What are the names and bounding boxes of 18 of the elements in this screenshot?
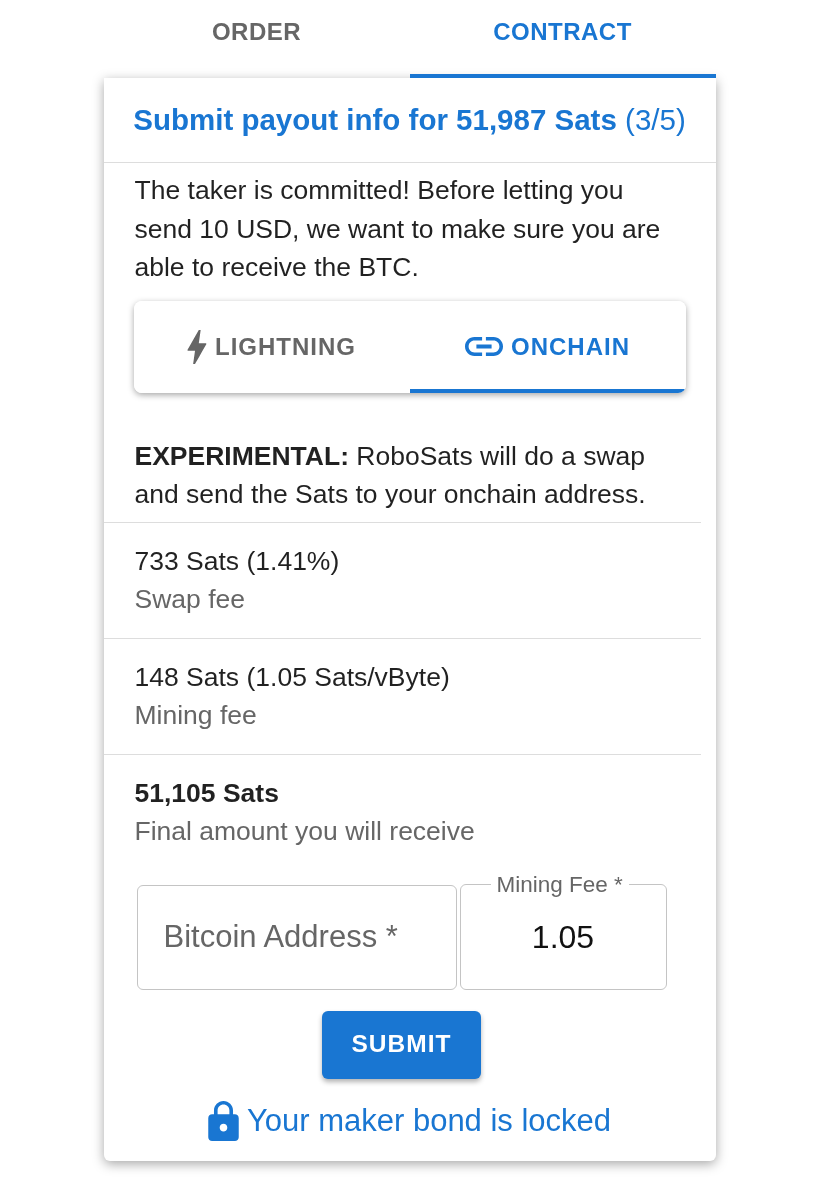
card-title: Submit payout info for 51,987 Sats (3/5) (103, 78, 716, 163)
submit-button[interactable]: SUBMIT (321, 1010, 482, 1079)
bond-status-text: Your maker bond is locked (246, 1101, 612, 1140)
summary-value: 148 Sats (1.05 Sats/vByte) (134, 660, 451, 694)
experimental-note: EXPERIMENTAL: RoboSats will do a swap and send the Sats to your onchain address. (134, 439, 647, 511)
link-icon (465, 337, 503, 356)
lightning-icon (187, 329, 207, 364)
lock-icon (207, 1100, 239, 1141)
summary-value: 733 Sats (1.41%) (134, 544, 341, 578)
summary-label: Final amount you will receive (134, 815, 476, 848)
page-tab[interactable]: ORDER (103, 0, 410, 78)
method-tab[interactable]: ONCHAIN (409, 300, 686, 393)
summary-label: Mining fee (134, 699, 258, 732)
summary-label: Swap fee (134, 583, 246, 616)
address-field[interactable]: Bitcoin Address * (136, 884, 457, 990)
intro-text: The taker is committed! Before letting you send 10 USD, we want to make sure you are able to receive the BTC. (133, 174, 662, 284)
summary-value: 51,105 Sats (134, 776, 280, 810)
method-tab[interactable]: LIGHTNING (133, 300, 410, 393)
